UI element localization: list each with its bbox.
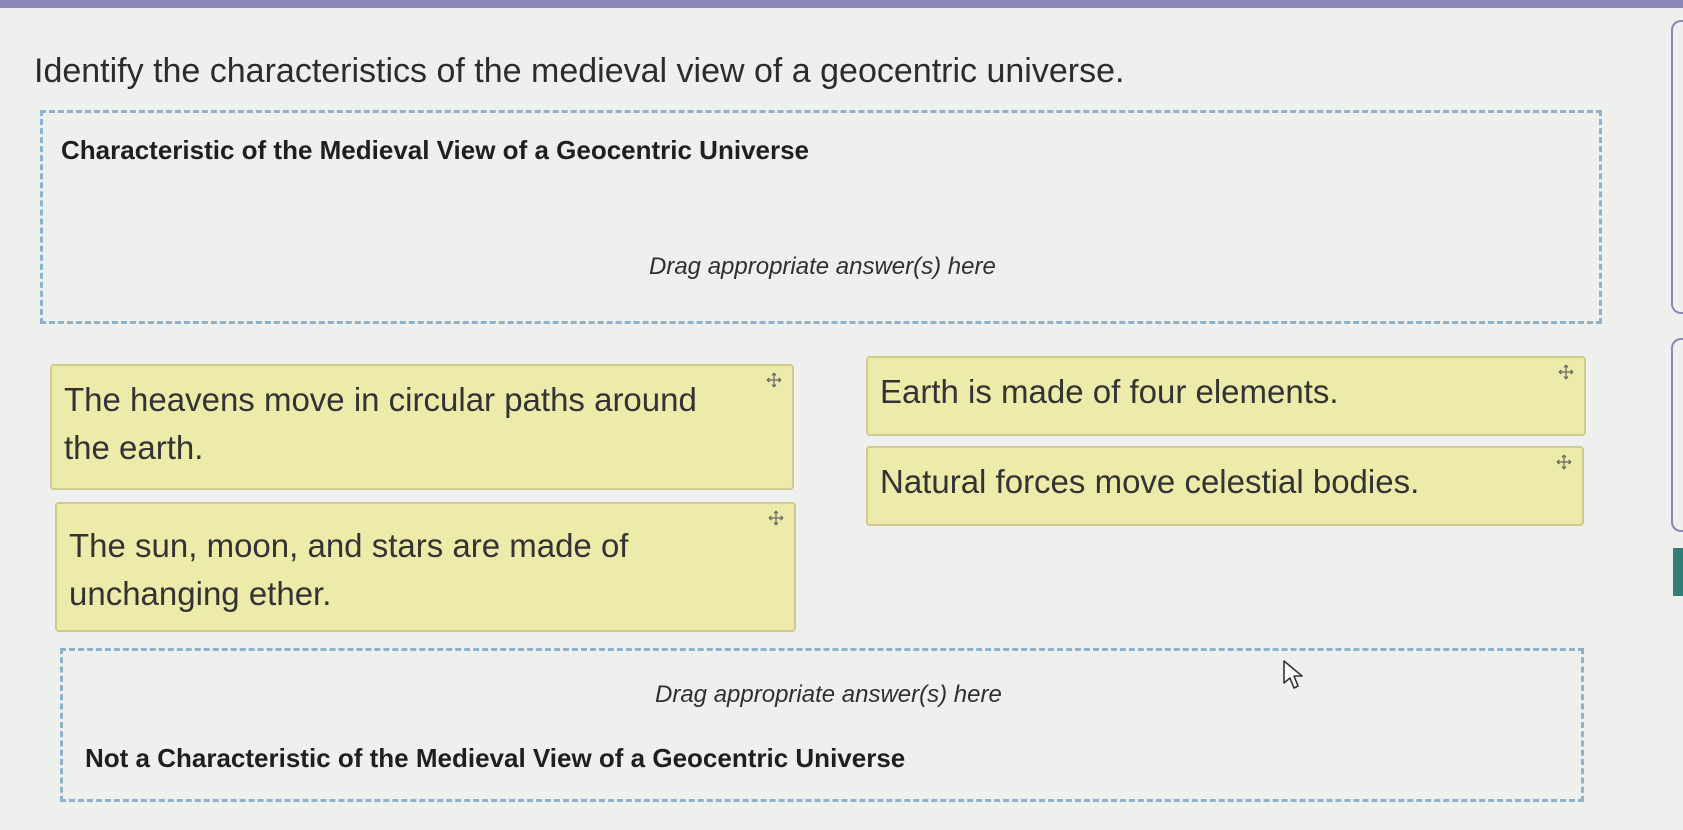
answer-card-text: Earth is made of four elements.	[880, 373, 1339, 410]
move-icon[interactable]	[766, 372, 782, 388]
answer-card[interactable]: The heavens move in circular paths aroun…	[50, 364, 794, 490]
answer-card-text: The sun, moon, and stars are made of unc…	[69, 527, 629, 612]
side-panel-edge	[1671, 0, 1683, 830]
answer-card-text: Natural forces move celestial bodies.	[880, 463, 1420, 500]
top-accent-bar	[0, 0, 1683, 8]
answer-card[interactable]: The sun, moon, and stars are made of unc…	[55, 502, 796, 632]
answer-card[interactable]: Natural forces move celestial bodies.	[866, 446, 1584, 526]
answer-card-text: The heavens move in circular paths aroun…	[64, 381, 697, 466]
arrow-cursor-icon	[1283, 660, 1303, 689]
move-icon[interactable]	[1556, 454, 1572, 470]
dropzone-hint: Drag appropriate answer(s) here	[649, 253, 996, 280]
move-icon[interactable]	[1558, 364, 1574, 380]
move-icon[interactable]	[768, 510, 784, 526]
dropzone-characteristic[interactable]: Characteristic of the Medieval View of a…	[40, 110, 1602, 324]
side-bracket	[1671, 20, 1683, 314]
dropzone-hint: Drag appropriate answer(s) here	[655, 681, 1002, 708]
side-tab[interactable]	[1673, 548, 1683, 596]
dropzone-heading: Not a Characteristic of the Medieval Vie…	[85, 743, 906, 773]
question-prompt: Identify the characteristics of the medi…	[34, 52, 1125, 90]
answer-card[interactable]: Earth is made of four elements.	[866, 356, 1586, 436]
dropzone-heading: Characteristic of the Medieval View of a…	[61, 135, 810, 165]
dropzone-not-characteristic[interactable]: Drag appropriate answer(s) here Not a Ch…	[60, 648, 1584, 802]
side-bracket	[1671, 338, 1683, 532]
